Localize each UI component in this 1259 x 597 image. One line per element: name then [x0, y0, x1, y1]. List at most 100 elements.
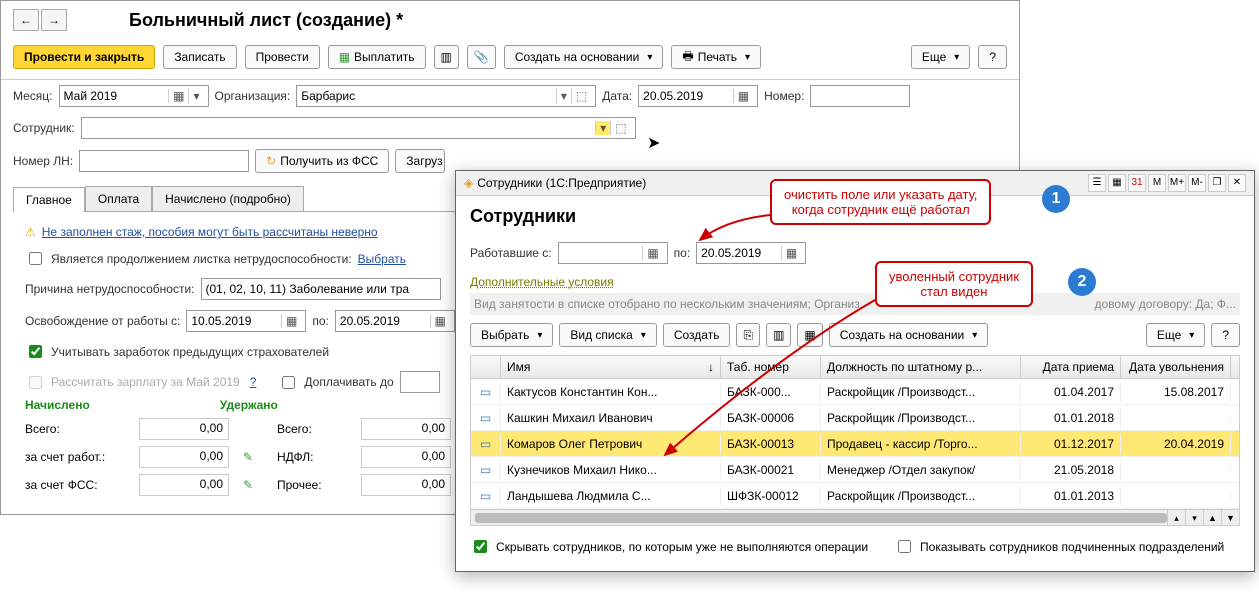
cell-position: Менеджер /Отдел закупок/: [821, 460, 1021, 480]
row-icon: ▭: [471, 408, 501, 428]
pay-button[interactable]: ▦Выплатить: [328, 45, 426, 69]
save-button[interactable]: Записать: [163, 45, 236, 69]
row-icon: ▭: [471, 382, 501, 402]
addpay-checkbox[interactable]: [282, 376, 295, 389]
get-fss-button[interactable]: ↻Получить из ФСС: [255, 149, 389, 173]
create-basis-button[interactable]: Создать на основании: [829, 323, 989, 347]
attach-button[interactable]: 📎: [467, 45, 496, 69]
help-icon[interactable]: ?: [250, 375, 257, 389]
org-input[interactable]: Барбарис▾⬚: [296, 85, 596, 107]
hide-employees-checkbox[interactable]: [474, 540, 487, 553]
warning-icon: ⚠: [25, 225, 36, 239]
forward-button[interactable]: →: [41, 9, 67, 31]
dropdown-icon: ▾: [595, 121, 610, 135]
close-button[interactable]: ✕: [1228, 174, 1246, 192]
action-button[interactable]: ▥: [766, 323, 791, 347]
m-button[interactable]: M: [1148, 174, 1166, 192]
cell-hire: 01.01.2018: [1021, 408, 1121, 428]
month-input[interactable]: Май 2019▦▾: [59, 85, 209, 107]
print-button[interactable]: 🖶 Печать: [671, 45, 761, 69]
restore-button[interactable]: ❐: [1208, 174, 1226, 192]
off-from-input[interactable]: 10.05.2019▦: [186, 310, 306, 332]
col-hire[interactable]: Дата приема: [1021, 356, 1121, 378]
more-button[interactable]: Еще: [911, 45, 970, 69]
worked-from-input[interactable]: ▦: [558, 242, 668, 264]
number-label: Номер:: [764, 89, 804, 103]
table-row[interactable]: ▭Кашкин Михаил ИвановичБАЗК-00006Раскрой…: [471, 405, 1239, 431]
create-basis-button[interactable]: Создать на основании: [504, 45, 664, 69]
cell-tab: БАЗК-00013: [721, 434, 821, 454]
withheld-header: Удержано: [220, 398, 278, 412]
callout-num-2: 2: [1068, 268, 1096, 296]
col-position[interactable]: Должность по штатному р...: [821, 356, 1021, 378]
cell-tab: БАЗК-00006: [721, 408, 821, 428]
more-button[interactable]: Еще: [1146, 323, 1205, 347]
cell-position: Продавец - кассир /Торго...: [821, 434, 1021, 454]
mminus-button[interactable]: M-: [1188, 174, 1206, 192]
table-row[interactable]: ▭Кактусов Константин Кон...БАЗК-000...Ра…: [471, 379, 1239, 405]
employee-label: Сотрудник:: [13, 121, 75, 135]
cell-name: Кактусов Константин Кон...: [501, 382, 721, 402]
cell-hire: 01.01.2013: [1021, 486, 1121, 506]
window-title: Больничный лист (создание) *: [129, 10, 403, 31]
action1-button[interactable]: ▥: [434, 45, 459, 69]
pencil-icon[interactable]: ✎: [243, 478, 273, 492]
ln-number-input[interactable]: [79, 150, 249, 172]
cell-hire: 01.04.2017: [1021, 382, 1121, 402]
tb-icon[interactable]: ☰: [1088, 174, 1106, 192]
tab-accrued[interactable]: Начислено (подробно): [152, 186, 304, 211]
date-label: Дата:: [602, 89, 632, 103]
viewlist-button[interactable]: Вид списка: [559, 323, 656, 347]
copy-button[interactable]: ⎘: [736, 323, 760, 347]
table-row[interactable]: ▭Ландышева Людмила С...ШФЗК-00012Раскрой…: [471, 483, 1239, 509]
show-subordinate-checkbox[interactable]: [898, 540, 911, 553]
post-button[interactable]: Провести: [245, 45, 320, 69]
post-and-close-button[interactable]: Провести и закрыть: [13, 45, 155, 69]
table-row[interactable]: ▭Комаров Олег ПетровичБАЗК-00013Продавец…: [471, 431, 1239, 457]
action-button[interactable]: ▦: [797, 323, 822, 347]
cell-name: Кузнечиков Михаил Нико...: [501, 460, 721, 480]
continuation-checkbox[interactable]: [29, 252, 42, 265]
col-tab[interactable]: Таб. номер: [721, 356, 821, 378]
tb-icon[interactable]: ▦: [1108, 174, 1126, 192]
org-label: Организация:: [215, 89, 291, 103]
load-file-button[interactable]: Загруз: [395, 149, 445, 173]
calendar-icon: ▦: [168, 89, 188, 103]
main-toolbar: Провести и закрыть Записать Провести ▦Вы…: [1, 39, 1019, 80]
cell-position: Раскройщик /Производст...: [821, 408, 1021, 428]
pick-link[interactable]: Выбрать: [358, 252, 406, 266]
horizontal-scrollbar[interactable]: ▴▾▲▼: [471, 509, 1239, 525]
cell-fire: [1121, 493, 1231, 499]
employee-input[interactable]: ▾⬚: [81, 117, 636, 139]
pencil-icon[interactable]: ✎: [243, 450, 273, 464]
help-button[interactable]: ?: [1211, 323, 1240, 347]
back-button[interactable]: ←: [13, 9, 39, 31]
select-button[interactable]: Выбрать: [470, 323, 553, 347]
number-input[interactable]: [810, 85, 910, 107]
col-fire[interactable]: Дата увольнения: [1121, 356, 1231, 378]
table-row[interactable]: ▭Кузнечиков Михаил Нико...БАЗК-00021Мене…: [471, 457, 1239, 483]
cell-tab: БАЗК-000...: [721, 382, 821, 402]
create-button[interactable]: Создать: [663, 323, 731, 347]
warn-link[interactable]: Не заполнен стаж, пособия могут быть рас…: [42, 225, 378, 239]
cell-position: Раскройщик /Производст...: [821, 382, 1021, 402]
calc-may-checkbox: [29, 376, 42, 389]
callout-1: очистить поле или указать дату, когда со…: [770, 179, 991, 225]
date-input[interactable]: 20.05.2019▦: [638, 85, 758, 107]
reason-input[interactable]: (01, 02, 10, 11) Заболевание или тра: [201, 278, 441, 300]
tb-icon[interactable]: 31: [1128, 174, 1146, 192]
tab-main[interactable]: Главное: [13, 187, 85, 212]
worked-to-input[interactable]: 20.05.2019▦: [696, 242, 806, 264]
tab-payment[interactable]: Оплата: [85, 186, 152, 211]
cell-fire: 15.08.2017: [1121, 382, 1231, 402]
prev-insurers-checkbox[interactable]: [29, 345, 42, 358]
help-button[interactable]: ?: [978, 45, 1007, 69]
cell-name: Кашкин Михаил Иванович: [501, 408, 721, 428]
row-icon: ▭: [471, 460, 501, 480]
calendar-icon: ▦: [733, 89, 753, 103]
addpay-input[interactable]: [400, 371, 440, 393]
mplus-button[interactable]: M+: [1168, 174, 1186, 192]
additional-conditions-link[interactable]: Дополнительные условия: [470, 275, 1240, 289]
col-name[interactable]: Имя ↓: [501, 356, 721, 378]
off-to-input[interactable]: 20.05.2019▦: [335, 310, 455, 332]
